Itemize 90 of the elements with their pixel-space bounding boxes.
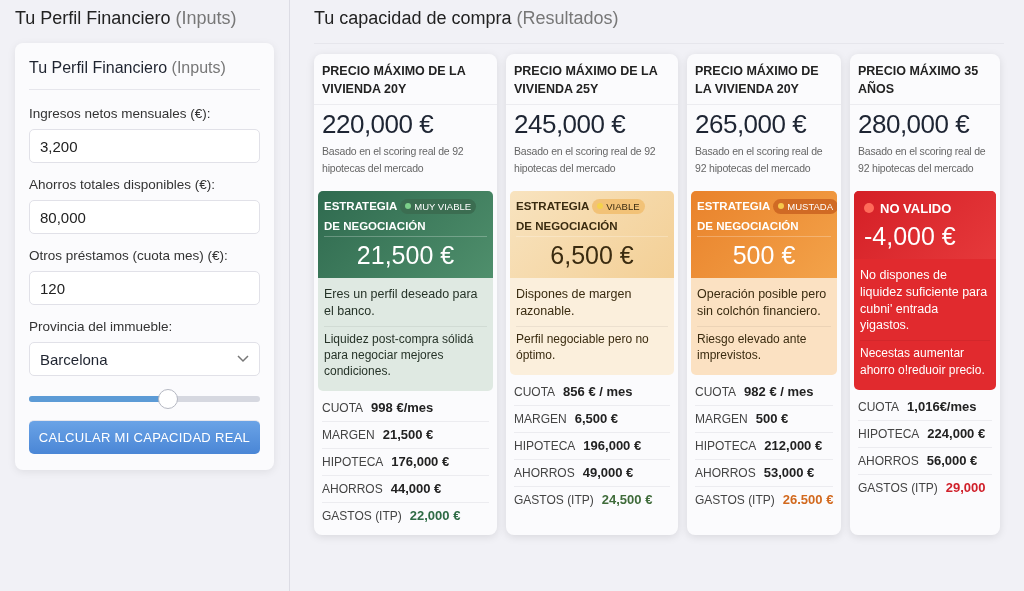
slider-track[interactable] [29, 396, 260, 402]
stat-label: CUOTA [322, 401, 364, 416]
stat-label: HIPOTECA [322, 455, 384, 470]
strategy-subtitle: DE NEGOCIACIÓN [516, 213, 668, 237]
stat-label: HIPOTECA [858, 426, 920, 441]
strategy-amount: 21,500 € [355, 239, 456, 271]
stat-value: 982 € / mes [744, 383, 814, 399]
strategy-text: Liquidez post-compra sólidá para negociar mejores condiciones. [324, 330, 475, 380]
strategy-text: Eres un perfil deseado para el banco. [324, 281, 487, 327]
stat-label: MARGEN [322, 428, 375, 443]
status-label: NO VALIDO [860, 198, 956, 218]
form-title: Tu Perfil Financiero (Inputs) [29, 59, 260, 90]
card-title: PRECIO MÁXIMO DE LA VIVIENDA 20Y [687, 62, 841, 106]
stat-label: GASTOS (ITP) [514, 492, 594, 507]
stat-value: 24,500 € [601, 491, 653, 507]
max-price: 245,000 € [513, 108, 627, 141]
strategy-subtitle: DE NEGOCIACIÓN [697, 213, 831, 237]
stat-label: GASTOS (ITP) [695, 492, 775, 507]
card-title: PRECIO MÁXIMO DE LA VIVIENDA 20Y [314, 62, 497, 106]
stat-value: 500 € [755, 410, 789, 426]
stat-value: 53,000 € [763, 464, 815, 480]
field-label: Provincia del immueble: [29, 319, 174, 334]
strategy-amount: 500 € [731, 239, 797, 271]
field-label: Otros préstamos (cuota mes) (€): [29, 248, 229, 263]
stat-label: MARGEN [695, 411, 748, 426]
stat-label: AHORROS [322, 482, 383, 497]
field-label: Ingresos netos mensuales (€): [29, 106, 212, 121]
card-note: Basado en el scoring real de 92 hipotecas del mercado [513, 144, 657, 177]
status-dot-icon [864, 203, 874, 214]
stat-value: 1,016€/mes [907, 398, 977, 414]
status-dot-icon [778, 203, 785, 210]
strategy-title: ESTRATEGIA [324, 200, 398, 213]
stat-label: AHORROS [858, 453, 919, 468]
stat-label: GASTOS (ITP) [858, 480, 938, 495]
stat-label: MARGEN [514, 411, 567, 426]
status-dot-icon [405, 203, 412, 210]
stat-value: 176,000 € [391, 454, 450, 470]
strategy-text: Operación posible pero sin colchón financiero. [697, 281, 831, 327]
province-select[interactable]: Barcelona [29, 342, 260, 376]
stat-value: 998 €/mes [371, 400, 434, 416]
card-note: Basado en el scoring real de 92 hipotecas del mercado [321, 144, 465, 177]
input-field[interactable]: 3,200 [29, 129, 260, 163]
stat-label: CUOTA [858, 399, 900, 414]
strategy-amount: -4,000 € [863, 220, 957, 252]
stat-label: CUOTA [695, 384, 737, 399]
stat-value: 29,000 [945, 479, 986, 495]
strategy-text: Dispones de margen razonable. [516, 281, 668, 327]
stat-label: HIPOTECA [514, 438, 576, 453]
input-field[interactable]: 80,000 [29, 200, 260, 234]
stat-value: 856 € / mes [563, 383, 633, 399]
section-title: Tu capacidad de compra (Resultados) [314, 8, 620, 29]
stat-label: GASTOS (ITP) [322, 509, 402, 524]
strategy-text: Riesgo elevado ante imprevistos. [697, 330, 808, 364]
stat-value: 196,000 € [583, 437, 642, 453]
max-price: 220,000 € [321, 108, 435, 141]
max-price: 280,000 € [857, 108, 971, 141]
stat-label: AHORROS [514, 465, 575, 480]
stat-value: 212,000 € [764, 437, 823, 453]
field-label: Ahorros totales disponibles (€): [29, 177, 217, 192]
strategy-subtitle: DE NEGOCIACIÓN [324, 213, 487, 237]
strategy-title: ESTRATEGIA [516, 200, 590, 213]
stat-value: 44,000 € [390, 481, 442, 497]
panel-title: Tu Perfil Financiero (Inputs) [15, 8, 238, 29]
card-note: Basado en el scoring real de 92 hipotecas del mercado [694, 144, 824, 177]
status-badge: MUY VIABLE [400, 198, 477, 214]
status-badge: MUSTADA [773, 198, 837, 214]
stat-value: 224,000 € [927, 425, 986, 441]
stat-value: 26.500 € [782, 491, 834, 507]
card-title: PRECIO MÁXIMO 35 AÑOS [850, 62, 1000, 106]
status-dot-icon [597, 203, 604, 210]
stat-value: 49,000 € [582, 464, 634, 480]
card-note: Basado en el scoring real de 92 hipotecas del mercado [857, 144, 987, 177]
stat-value: 56,000 € [926, 452, 978, 468]
max-price: 265,000 € [694, 108, 808, 141]
stat-label: CUOTA [514, 384, 556, 399]
card-title: PRECIO MÁXIMO DE LA VIVIENDA 25Y [506, 62, 678, 106]
strategy-text: Perfil negociable pero no óptimo. [516, 330, 650, 364]
stat-value: 22,000 € [409, 508, 461, 524]
strategy-text: No dispones de liquidez suficiente para cubni' entrada yigastos. [860, 262, 990, 342]
stat-value: 21,500 € [382, 427, 434, 443]
slider-thumb[interactable] [157, 389, 178, 409]
status-badge: VIABLE [592, 198, 645, 214]
strategy-title: ESTRATEGIA [697, 200, 771, 213]
stat-value: 6,500 € [574, 410, 619, 426]
input-field[interactable]: 120 [29, 271, 260, 305]
strategy-text: Necestas aumentar ahorro o!reduoir precio. [860, 345, 986, 379]
stat-label: AHORROS [695, 465, 756, 480]
chevron-down-icon [237, 355, 249, 363]
stat-label: HIPOTECA [695, 438, 757, 453]
strategy-amount: 6,500 € [549, 239, 635, 271]
